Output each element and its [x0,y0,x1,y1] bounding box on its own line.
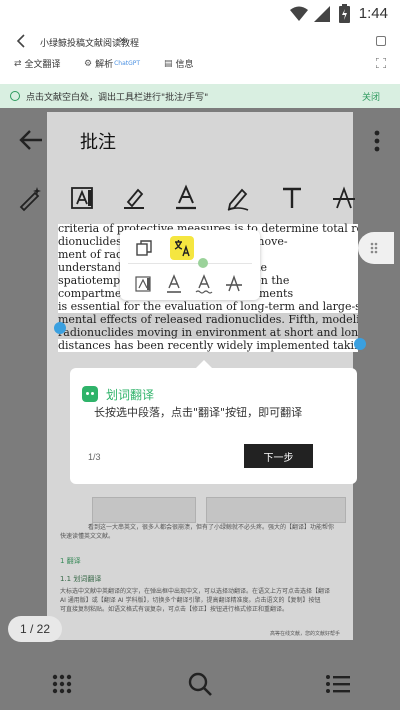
annotation-toolbar: 批注 [0,108,400,228]
underline-icon[interactable] [164,274,184,294]
highlighter-icon[interactable] [120,184,148,212]
annotation-title: 批注 [80,132,116,153]
copy-icon[interactable] [134,238,154,258]
grid-toggle[interactable] [358,232,394,264]
text-line: is essential for the evaluation of long-… [58,300,358,313]
selection-handle-start[interactable] [54,322,66,334]
text-select-icon[interactable] [68,184,96,212]
hint-close-button[interactable]: 关闭 [362,90,380,103]
tutorial-pointer [196,360,212,368]
document-header: 小绿鲸投稿文献阅读教程 × ⇄ 全文翻译 ⚙ 解析 ChatGPT ▤ 信息 [0,28,400,84]
magic-pen-icon[interactable] [16,184,44,212]
annotation-tools [0,178,400,218]
back-icon[interactable] [14,34,28,48]
search-icon[interactable] [186,670,214,698]
fullscreen-icon[interactable] [376,58,386,68]
strikethrough-icon[interactable] [224,274,244,294]
text-select-icon[interactable] [134,274,154,294]
tutorial-card: 划词翻译 长按选中段落，点击"翻译"按钮，即可翻译 1/3 下一步 [70,368,357,484]
underline-icon[interactable] [172,184,200,212]
pen-icon[interactable] [224,184,252,212]
window-icon[interactable] [376,36,386,46]
tutorial-bot-icon [82,386,98,402]
text-tool-icon[interactable] [278,184,306,212]
info-icon: ▤ [164,58,173,69]
translate-icon[interactable] [170,236,194,260]
figure-right [206,497,346,523]
strikethrough-icon[interactable] [330,184,358,212]
tutorial-title: 划词翻译 [106,388,155,402]
wavy-underline-icon[interactable] [194,274,214,294]
tutorial-description: 长按选中段落，点击"翻译"按钮，即可翻译 [94,406,303,419]
next-step-button[interactable]: 下一步 [244,444,313,468]
hint-text: 点击文献空白处，调出工具栏进行"批注/手写" [26,93,209,103]
popup-divider [128,263,252,264]
wifi-icon [290,6,308,21]
arrow-left-icon[interactable] [18,128,44,152]
tab-full-translate[interactable]: ⇄ 全文翻译 [14,57,61,71]
tab-analysis[interactable]: ⚙ 解析 ChatGPT [84,57,141,71]
hint-banner: 点击文献空白处，调出工具栏进行"批注/手写" 关闭 [0,84,400,108]
tab-info[interactable]: ▤ 信息 [164,57,194,71]
page-indicator[interactable]: 1 / 22 [8,616,62,642]
analysis-icon: ⚙ [84,58,93,69]
selection-popup-menu [120,230,260,300]
doc-body-3: 可直接复制粘贴。如语文格式有误复杂，可点击【修正】按钮进行格式修正和重翻译。 [60,606,289,613]
status-bar: 1:44 [0,0,400,28]
doc-heading-1: 1 翻译 [60,557,81,565]
doc-paragraph-1: 看到这一大串英文，很多人都会很崩溃，但有了小绿鲸就不必头疼。强大的【翻译】功能帮… [88,524,335,531]
tutorial-step-counter: 1/3 [88,452,101,462]
doc-heading-2: 1.1 划词翻译 [60,575,102,583]
figure-left [92,497,196,523]
translate-pointer-dot [198,258,208,268]
doc-body-2: AI 通用版】或【翻译 AI 学科版】，切换多个翻译引擎，提高翻译精准度。点击语… [60,597,321,604]
doc-footer: 高等在线文献，您的文献好帮手 [270,631,341,637]
text-line-selected: mental effects of released radionuclides… [58,313,358,326]
thumbnails-icon[interactable] [48,670,76,698]
text-line: distances has been recently widely imple… [58,339,358,352]
selection-handle-end[interactable] [354,338,366,350]
grid-dots-icon [370,242,378,254]
chatgpt-badge: ChatGPT [114,60,141,67]
hint-icon [10,91,20,101]
doc-body-1: 大标选中文献中英翻译的文字，在弹出框中出现中文，可以选择动翻译。在语文上方可点击… [60,588,331,595]
more-vertical-icon[interactable] [374,130,380,152]
text-line-selected: radionuclides moving in environment at s… [58,326,358,339]
signal-icon [314,6,330,22]
doc-paragraph-1b: 快速读懂英文文献。 [60,533,115,540]
battery-icon [339,4,350,23]
bottom-navigation [0,658,400,710]
clock: 1:44 [358,5,388,22]
close-tab-icon[interactable]: × [118,35,126,46]
outline-list-icon[interactable] [324,670,352,698]
translate-icon: ⇄ [14,58,22,69]
